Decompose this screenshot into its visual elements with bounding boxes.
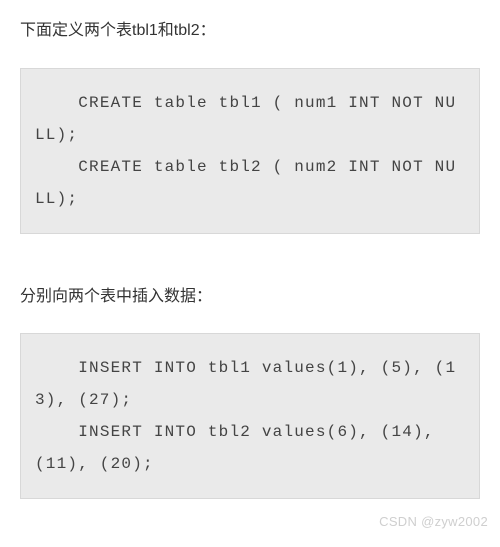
watermark: CSDN @zyw2002 — [379, 514, 488, 529]
code-block-insert-data: INSERT INTO tbl1 values(1), (5), (13), (… — [20, 333, 480, 499]
code-block-create-tables: CREATE table tbl1 ( num1 INT NOT NULL); … — [20, 68, 480, 234]
intro-text-1: 下面定义两个表tbl1和tbl2： — [20, 18, 480, 44]
intro-text-2: 分别向两个表中插入数据： — [20, 284, 480, 310]
